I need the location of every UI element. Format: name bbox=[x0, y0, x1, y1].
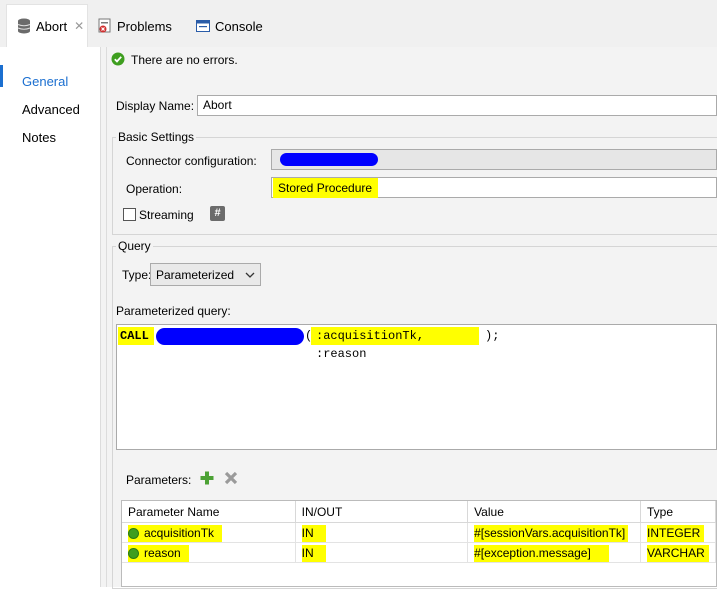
tab-console[interactable]: Console bbox=[196, 6, 263, 46]
operation-value: Stored Procedure bbox=[273, 178, 378, 198]
column-header-direction[interactable]: IN/OUT bbox=[295, 501, 469, 523]
column-header-value[interactable]: Value bbox=[467, 501, 641, 523]
tab-abort-label: Abort bbox=[36, 18, 68, 34]
plus-icon bbox=[200, 471, 214, 485]
display-name-input[interactable]: Abort bbox=[197, 95, 717, 116]
param-value-cell: #[exception.message] bbox=[467, 542, 641, 563]
parameterized-query-label: Parameterized query: bbox=[116, 304, 231, 318]
param-name: acquisitionTk bbox=[144, 525, 215, 540]
query-type-select[interactable]: Parameterized bbox=[150, 263, 261, 286]
tab-console-label: Console bbox=[215, 18, 263, 34]
sql-call-keyword: CALL bbox=[118, 327, 154, 345]
param-value: #[exception.message] bbox=[474, 544, 609, 562]
param-type: INTEGER bbox=[646, 524, 705, 542]
parameters-table-container: Parameter Name IN/OUT Value Type acquisi… bbox=[121, 500, 717, 587]
param-status-icon bbox=[128, 527, 139, 539]
table-header-row: Parameter Name IN/OUT Value Type bbox=[122, 501, 716, 523]
query-type-value: Parameterized bbox=[156, 267, 235, 282]
nav-item-advanced[interactable]: Advanced bbox=[22, 102, 80, 117]
tab-abort[interactable]: Abort ✕ bbox=[6, 4, 88, 47]
properties-nav bbox=[0, 47, 101, 587]
parameters-label: Parameters: bbox=[126, 473, 192, 487]
param-status-icon bbox=[128, 547, 139, 559]
table-row[interactable]: reason IN #[exception.message] VARCHAR bbox=[122, 542, 716, 563]
param-type-cell: VARCHAR bbox=[640, 542, 716, 563]
expression-toggle-icon[interactable]: # bbox=[210, 206, 225, 221]
chevron-down-icon bbox=[245, 272, 255, 278]
connector-config-label: Connector configuration: bbox=[126, 154, 257, 168]
tab-problems[interactable]: Problems bbox=[98, 6, 172, 46]
param-name-cell: acquisitionTk bbox=[122, 522, 296, 543]
column-header-name[interactable]: Parameter Name bbox=[122, 501, 296, 523]
redaction-mark bbox=[156, 328, 304, 345]
close-icon[interactable]: ✕ bbox=[74, 19, 84, 33]
check-circle-icon bbox=[111, 52, 125, 66]
problems-icon bbox=[98, 18, 111, 33]
console-icon bbox=[196, 20, 210, 32]
operation-label: Operation: bbox=[126, 182, 183, 196]
param-value-cell: #[sessionVars.acquisitionTk] bbox=[467, 522, 641, 543]
status-message: There are no errors. bbox=[131, 53, 238, 67]
nav-item-notes[interactable]: Notes bbox=[22, 130, 56, 145]
panel-divider bbox=[106, 47, 107, 587]
param-direction-cell: IN bbox=[295, 542, 469, 563]
database-icon bbox=[17, 18, 31, 34]
param-name: reason bbox=[144, 545, 181, 560]
parameters-table: Parameter Name IN/OUT Value Type acquisi… bbox=[122, 501, 716, 563]
display-name-label: Display Name: bbox=[116, 99, 195, 113]
param-type-cell: INTEGER bbox=[640, 522, 716, 543]
param-type: VARCHAR bbox=[646, 544, 709, 562]
param-direction: IN bbox=[301, 544, 326, 562]
remove-parameter-button[interactable] bbox=[223, 470, 239, 486]
column-header-type[interactable]: Type bbox=[640, 501, 716, 523]
streaming-label: Streaming bbox=[139, 208, 194, 222]
sql-close: ); bbox=[485, 329, 500, 343]
delete-icon bbox=[224, 471, 238, 485]
nav-active-indicator bbox=[0, 65, 3, 87]
query-type-label: Type: bbox=[122, 268, 152, 282]
streaming-checkbox[interactable] bbox=[123, 208, 136, 221]
param-direction-cell: IN bbox=[295, 522, 469, 543]
nav-item-general[interactable]: General bbox=[22, 74, 68, 89]
param-value: #[sessionVars.acquisitionTk] bbox=[474, 524, 629, 542]
param-name-cell: reason bbox=[122, 542, 296, 563]
basic-settings-title: Basic Settings bbox=[116, 130, 197, 144]
param-direction: IN bbox=[301, 524, 326, 542]
redaction-mark bbox=[280, 153, 378, 166]
add-parameter-button[interactable] bbox=[199, 470, 215, 486]
query-title: Query bbox=[116, 239, 153, 253]
tab-problems-label: Problems bbox=[117, 18, 172, 34]
table-row[interactable]: acquisitionTk IN #[sessionVars.acquisiti… bbox=[122, 522, 716, 543]
sql-params: :acquisitionTk, :reason bbox=[311, 327, 479, 361]
